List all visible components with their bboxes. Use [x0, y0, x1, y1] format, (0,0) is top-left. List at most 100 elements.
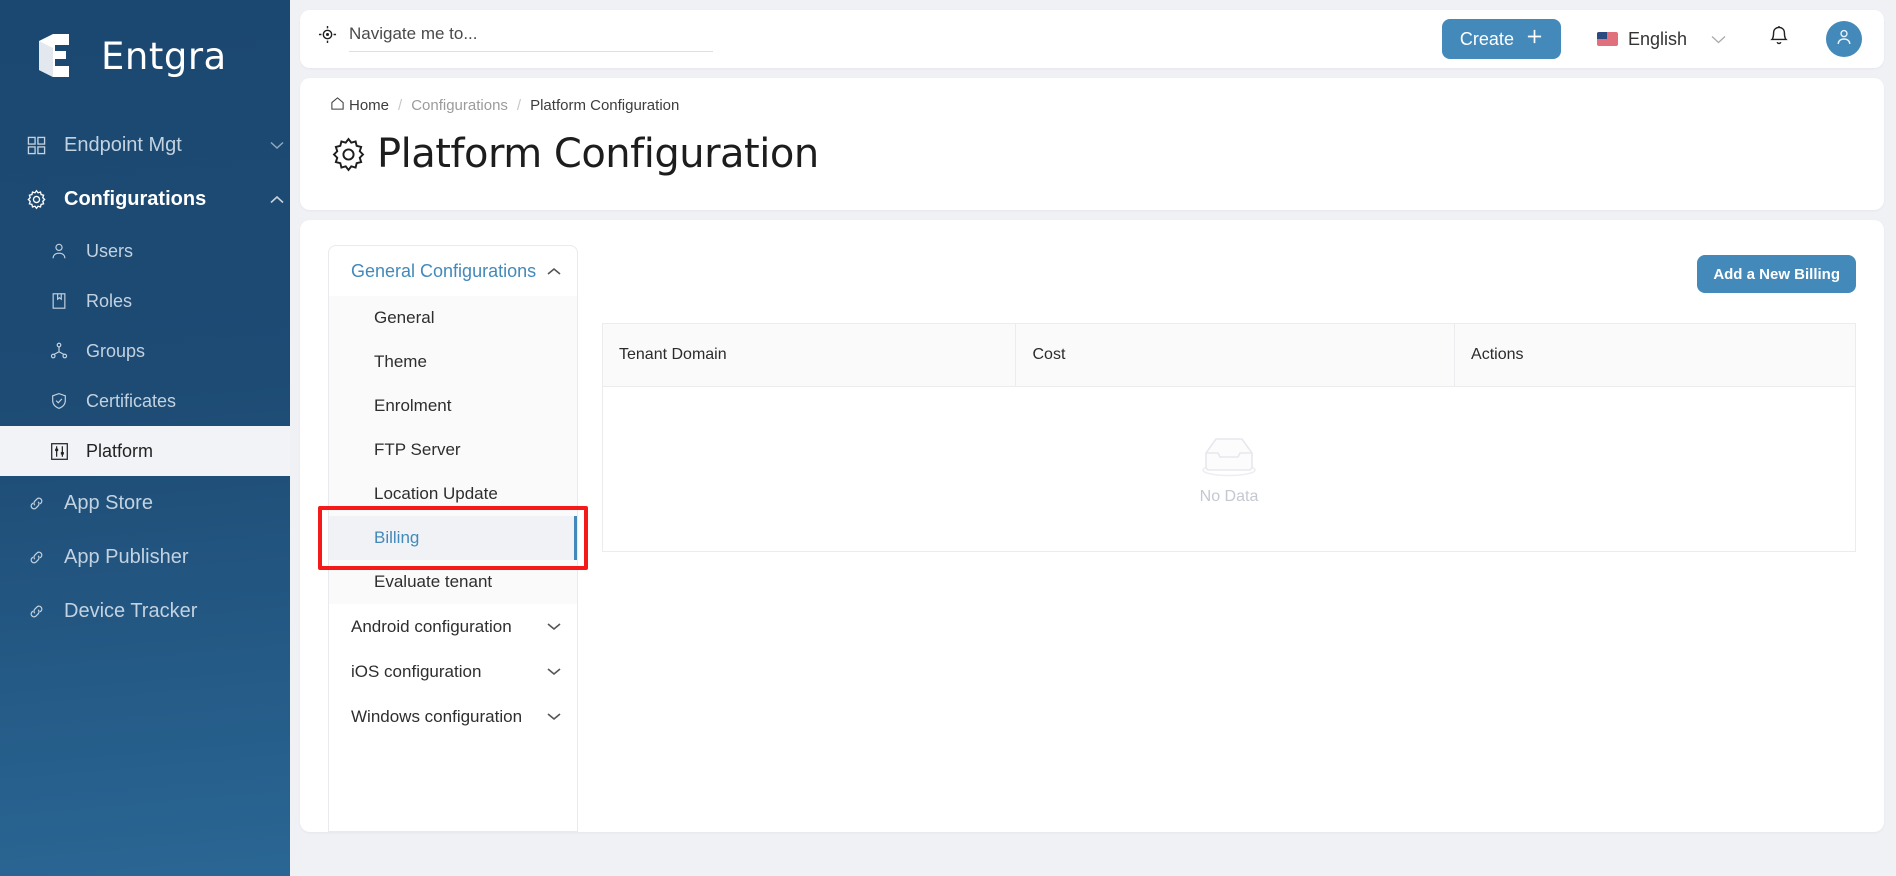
- sidebar-item-groups[interactable]: Groups: [0, 326, 290, 376]
- sidebar-item-roles[interactable]: Roles: [0, 276, 290, 326]
- empty-box-icon: [1196, 433, 1262, 482]
- chevron-down-icon: [1711, 35, 1726, 44]
- column-header-cost[interactable]: Cost: [1015, 323, 1456, 387]
- home-icon: [330, 96, 345, 115]
- sidebar-item-label: Platform: [86, 440, 154, 461]
- sidebar-item-platform[interactable]: Platform: [0, 426, 290, 476]
- sidebar-item-app-publisher[interactable]: App Publisher: [0, 530, 290, 584]
- chevron-down-icon: [547, 712, 561, 721]
- cfg-item-label: Evaluate tenant: [374, 572, 493, 591]
- cfg-group-label: Windows configuration: [351, 706, 523, 726]
- column-header-actions[interactable]: Actions: [1454, 323, 1856, 387]
- breadcrumb-separator: /: [516, 97, 522, 114]
- sidebar-nav: Endpoint Mgt Configurations Users Roles …: [0, 112, 290, 638]
- create-button-label: Create: [1459, 28, 1514, 49]
- cfg-group-windows-configuration[interactable]: Windows configuration: [329, 694, 577, 739]
- sidebar-item-label: Roles: [86, 290, 133, 311]
- language-label: English: [1627, 28, 1687, 49]
- empty-state-label: No Data: [1199, 487, 1259, 505]
- page-header-card: Home / Configurations / Platform Configu…: [300, 78, 1884, 210]
- search-input[interactable]: [349, 23, 713, 44]
- column-header-tenant-domain[interactable]: Tenant Domain: [601, 323, 1017, 387]
- book-icon: [48, 290, 70, 312]
- cfg-item-enrolment[interactable]: Enrolment: [329, 384, 577, 428]
- breadcrumb-item-configurations[interactable]: Configurations: [411, 97, 508, 114]
- content-card: General Configurations General Theme Enr…: [300, 220, 1884, 832]
- cfg-item-label: Theme: [374, 352, 427, 371]
- create-button[interactable]: Create: [1441, 19, 1561, 59]
- bell-icon: [1768, 25, 1790, 54]
- cfg-group-label: Android configuration: [351, 616, 512, 636]
- plus-icon: [1526, 28, 1543, 50]
- navigation-search: [318, 23, 713, 55]
- cfg-item-location-update[interactable]: Location Update: [329, 472, 577, 516]
- main-column: Create English: [290, 0, 1896, 876]
- entgra-logo-icon: [33, 29, 87, 83]
- link-icon: [25, 546, 48, 569]
- configuration-menu: General Configurations General Theme Enr…: [318, 245, 588, 832]
- groups-icon: [48, 340, 70, 362]
- user-icon: [48, 240, 70, 262]
- cfg-item-general[interactable]: General: [329, 296, 577, 340]
- breadcrumb-home[interactable]: Home: [330, 96, 389, 115]
- table-body: No Data: [602, 386, 1856, 552]
- sidebar-item-label: Device Tracker: [64, 599, 198, 622]
- sidebar-item-app-store[interactable]: App Store: [0, 476, 290, 530]
- cfg-item-label: Location Update: [374, 484, 498, 503]
- cfg-item-billing[interactable]: Billing: [329, 516, 577, 560]
- breadcrumb-home-label: Home: [349, 97, 390, 114]
- sidebar-item-label: App Store: [64, 491, 153, 514]
- page-title: Platform Configuration: [330, 131, 1854, 177]
- gear-icon: [25, 188, 48, 211]
- gear-icon: [330, 136, 367, 173]
- link-icon: [25, 600, 48, 623]
- avatar[interactable]: [1826, 21, 1862, 57]
- sidebar-item-users[interactable]: Users: [0, 226, 290, 276]
- cfg-group-general-configurations[interactable]: General Configurations: [329, 246, 577, 296]
- shield-check-icon: [48, 390, 70, 412]
- sidebar-item-endpoint-mgt[interactable]: Endpoint Mgt: [0, 118, 290, 172]
- table-header-row: Tenant Domain Cost Actions: [601, 323, 1856, 387]
- chevron-down-icon[interactable]: [264, 141, 290, 150]
- cfg-group-ios-configuration[interactable]: iOS configuration: [329, 649, 577, 694]
- topbar: Create English: [300, 10, 1884, 68]
- chevron-down-icon: [547, 622, 561, 631]
- breadcrumb: Home / Configurations / Platform Configu…: [330, 96, 1854, 115]
- us-flag-icon: [1596, 32, 1618, 46]
- user-avatar-icon: [1834, 27, 1854, 52]
- chevron-down-icon: [547, 667, 561, 676]
- breadcrumb-item-current: Platform Configuration: [530, 97, 680, 114]
- search-field-wrap: [349, 23, 713, 52]
- table-empty-row: No Data: [602, 386, 1856, 552]
- language-selector[interactable]: English: [1596, 28, 1726, 50]
- sliders-icon: [48, 440, 70, 462]
- cfg-item-ftp-server[interactable]: FTP Server: [329, 428, 577, 472]
- panel-actions: Add a New Billing: [602, 240, 1856, 323]
- target-icon: [318, 25, 337, 52]
- page-title-text: Platform Configuration: [377, 131, 819, 177]
- link-icon: [25, 492, 48, 515]
- empty-state: No Data: [603, 433, 1855, 506]
- sidebar-item-configurations[interactable]: Configurations: [0, 172, 290, 226]
- sidebar-item-label: Endpoint Mgt: [64, 133, 182, 156]
- sidebar-item-device-tracker[interactable]: Device Tracker: [0, 584, 290, 638]
- notifications-button[interactable]: [1768, 25, 1790, 54]
- cfg-item-label: Billing: [374, 528, 420, 547]
- cfg-item-evaluate-tenant[interactable]: Evaluate tenant: [329, 560, 577, 604]
- cfg-group-android-configuration[interactable]: Android configuration: [329, 604, 577, 649]
- app-root: Entgra Endpoint Mgt Configurations Users…: [0, 0, 1896, 876]
- cfg-item-label: General: [374, 308, 435, 327]
- brand-name: Entgra: [101, 34, 227, 78]
- chevron-up-icon[interactable]: [264, 195, 290, 204]
- grid-icon: [25, 134, 48, 157]
- sidebar-item-certificates[interactable]: Certificates: [0, 376, 290, 426]
- sidebar-item-label: Configurations: [64, 187, 207, 210]
- cfg-group-label: General Configurations: [351, 260, 537, 281]
- add-a-new-billing-button[interactable]: Add a New Billing: [1697, 255, 1856, 293]
- sidebar-item-label: Groups: [86, 340, 146, 361]
- chevron-up-icon: [547, 267, 561, 276]
- sidebar-item-label: Users: [86, 240, 134, 261]
- breadcrumb-separator: /: [398, 97, 403, 114]
- brand-logo[interactable]: Entgra: [0, 0, 290, 112]
- cfg-item-theme[interactable]: Theme: [329, 340, 577, 384]
